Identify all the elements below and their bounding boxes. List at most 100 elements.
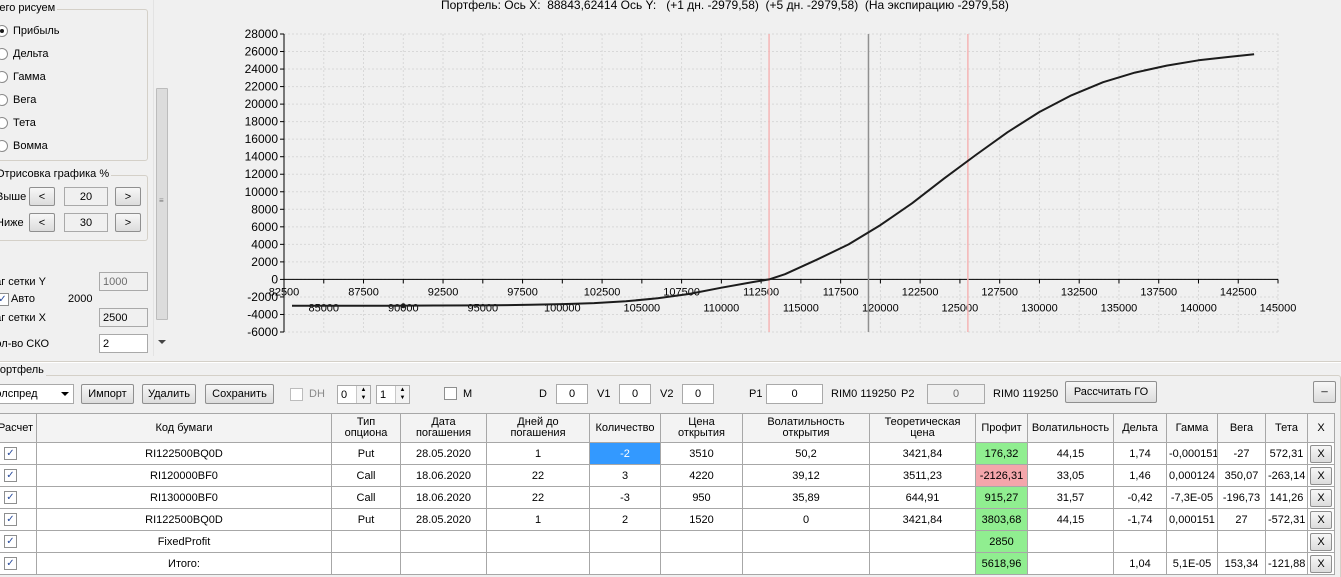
scrollbar-thumb[interactable]: ≡ <box>156 88 168 320</box>
cell-delta[interactable] <box>1113 530 1167 553</box>
cell-theta[interactable]: -263,14 <box>1265 464 1308 487</box>
cell-days[interactable]: 1 <box>486 442 590 465</box>
cell-type[interactable] <box>331 530 401 553</box>
column-header[interactable]: Расчет <box>0 413 37 443</box>
cell-code[interactable]: RI122500BQ0D <box>36 442 332 465</box>
remove-row-button[interactable]: X <box>1310 554 1332 573</box>
remove-row-button[interactable]: X <box>1310 510 1332 529</box>
cell-vol-open[interactable] <box>742 552 870 575</box>
v2-input[interactable]: 0 <box>682 384 714 404</box>
cell-profit[interactable]: 915,27 <box>975 486 1028 509</box>
cell-delta[interactable]: 1,46 <box>1113 464 1167 487</box>
cell-days[interactable]: 22 <box>486 464 590 487</box>
cell-theta[interactable]: 572,31 <box>1265 442 1308 465</box>
cell-profit[interactable]: 2850 <box>975 530 1028 553</box>
below-increase-button[interactable]: > <box>115 213 141 232</box>
column-header[interactable]: Волатильность <box>1027 413 1114 443</box>
radio-dot-icon[interactable] <box>0 94 8 106</box>
cell-gamma[interactable]: -0,000151 <box>1166 442 1218 465</box>
cell-vol[interactable] <box>1027 552 1114 575</box>
cell-profit[interactable]: 3803,68 <box>975 508 1028 531</box>
cell-vol-open[interactable]: 50,2 <box>742 442 870 465</box>
column-header[interactable]: Дней до погашения <box>486 413 590 443</box>
calc-cell[interactable]: ✓ <box>0 552 37 575</box>
grid-y-input[interactable]: 1000 <box>99 272 148 291</box>
draw-option-radio[interactable]: Вега <box>0 93 36 107</box>
table-row[interactable]: ✓ RI122500BQ0D Put 28.05.2020 1 2 1520 0 3421,84… <box>0 508 1335 531</box>
remove-row-button[interactable]: X <box>1310 532 1332 551</box>
cell-theo[interactable] <box>869 530 976 553</box>
remove-row-button[interactable]: X <box>1310 466 1332 485</box>
cell-code[interactable]: RI130000BF0 <box>36 486 332 509</box>
cell-qty[interactable] <box>589 530 661 553</box>
spin-arrows-icon[interactable]: ▲ ▼ <box>395 386 409 403</box>
cell-vol-open[interactable]: 35,89 <box>742 486 870 509</box>
calc-checkbox[interactable]: ✓ <box>4 557 17 570</box>
p1-input[interactable]: 0 <box>766 384 823 404</box>
column-header[interactable]: Волатильность открытия <box>742 413 870 443</box>
column-header[interactable]: X <box>1307 413 1335 443</box>
cell-qty[interactable] <box>589 552 661 575</box>
cell-vol[interactable]: 31,57 <box>1027 486 1114 509</box>
cell-profit[interactable]: 5618,96 <box>975 552 1028 575</box>
calc-checkbox[interactable]: ✓ <box>4 491 17 504</box>
column-header[interactable]: Профит <box>975 413 1028 443</box>
p2-input[interactable]: 0 <box>927 384 985 404</box>
spin-arrows-icon[interactable]: ▲ ▼ <box>356 386 370 403</box>
import-button[interactable]: Импорт <box>81 384 134 404</box>
cell-gamma[interactable]: 5,1E-05 <box>1166 552 1218 575</box>
cell-vol[interactable]: 33,05 <box>1027 464 1114 487</box>
delete-button[interactable]: Удалить <box>142 384 196 404</box>
cell-code[interactable]: Итого: <box>36 552 332 575</box>
cell-theta[interactable]: -572,31 <box>1265 508 1308 531</box>
cell-price[interactable]: 4220 <box>660 464 743 487</box>
cell-type[interactable]: Call <box>331 464 401 487</box>
cell-qty[interactable]: 2 <box>589 508 661 531</box>
cell-vol-open[interactable]: 39,12 <box>742 464 870 487</box>
cell-delta[interactable]: -0,42 <box>1113 486 1167 509</box>
grid-x-input[interactable]: 2500 <box>99 308 148 327</box>
cell-vega[interactable] <box>1217 530 1266 553</box>
cell-theta[interactable]: 141,26 <box>1265 486 1308 509</box>
table-row[interactable]: ✓ RI130000BF0 Call 18.06.2020 22 -3 950 35,89 64… <box>0 486 1335 509</box>
cell-delta[interactable]: 1,04 <box>1113 552 1167 575</box>
spin2-input[interactable]: 1 ▲ ▼ <box>376 385 410 404</box>
m-checkbox[interactable] <box>444 387 457 400</box>
column-header[interactable]: Цена открытия <box>660 413 743 443</box>
cell-qty[interactable]: 3 <box>589 464 661 487</box>
cell-date[interactable] <box>400 530 487 553</box>
below-decrease-button[interactable]: < <box>29 213 55 232</box>
radio-dot-icon[interactable] <box>0 71 8 83</box>
cell-price[interactable]: 950 <box>660 486 743 509</box>
draw-option-radio[interactable]: Гамма <box>0 70 46 84</box>
column-header[interactable]: Гамма <box>1166 413 1218 443</box>
cell-days[interactable] <box>486 530 590 553</box>
cell-gamma[interactable]: 0,000124 <box>1166 464 1218 487</box>
cell-profit[interactable]: 176,32 <box>975 442 1028 465</box>
cell-price[interactable]: 3510 <box>660 442 743 465</box>
cell-delta[interactable]: 1,74 <box>1113 442 1167 465</box>
cell-code[interactable]: RI120000BF0 <box>36 464 332 487</box>
cell-gamma[interactable]: -7,3E-05 <box>1166 486 1218 509</box>
v1-input[interactable]: 0 <box>619 384 651 404</box>
cell-vega[interactable]: 153,34 <box>1217 552 1266 575</box>
scroll-down-arrow-icon[interactable] <box>158 340 166 344</box>
column-header[interactable]: Дата погашения <box>400 413 487 443</box>
cell-theo[interactable]: 3421,84 <box>869 508 976 531</box>
cell-delta[interactable]: -1,74 <box>1113 508 1167 531</box>
sko-input[interactable]: 2 <box>99 334 148 353</box>
draw-option-radio[interactable]: Дельта <box>0 47 49 61</box>
radio-dot-icon[interactable] <box>0 25 8 37</box>
calc-go-button[interactable]: Рассчитать ГО <box>1065 381 1157 403</box>
column-header[interactable]: Тета <box>1265 413 1308 443</box>
calc-cell[interactable]: ✓ <box>0 464 37 487</box>
dh-checkbox[interactable] <box>290 388 303 401</box>
d-input[interactable]: 0 <box>556 384 588 404</box>
remove-row-button[interactable]: X <box>1310 444 1332 463</box>
calc-checkbox[interactable]: ✓ <box>4 513 17 526</box>
cell-theta[interactable] <box>1265 530 1308 553</box>
calc-cell[interactable]: ✓ <box>0 530 37 553</box>
draw-option-radio[interactable]: Тета <box>0 116 36 130</box>
column-header[interactable]: Код бумаги <box>36 413 332 443</box>
calc-cell[interactable]: ✓ <box>0 442 37 465</box>
